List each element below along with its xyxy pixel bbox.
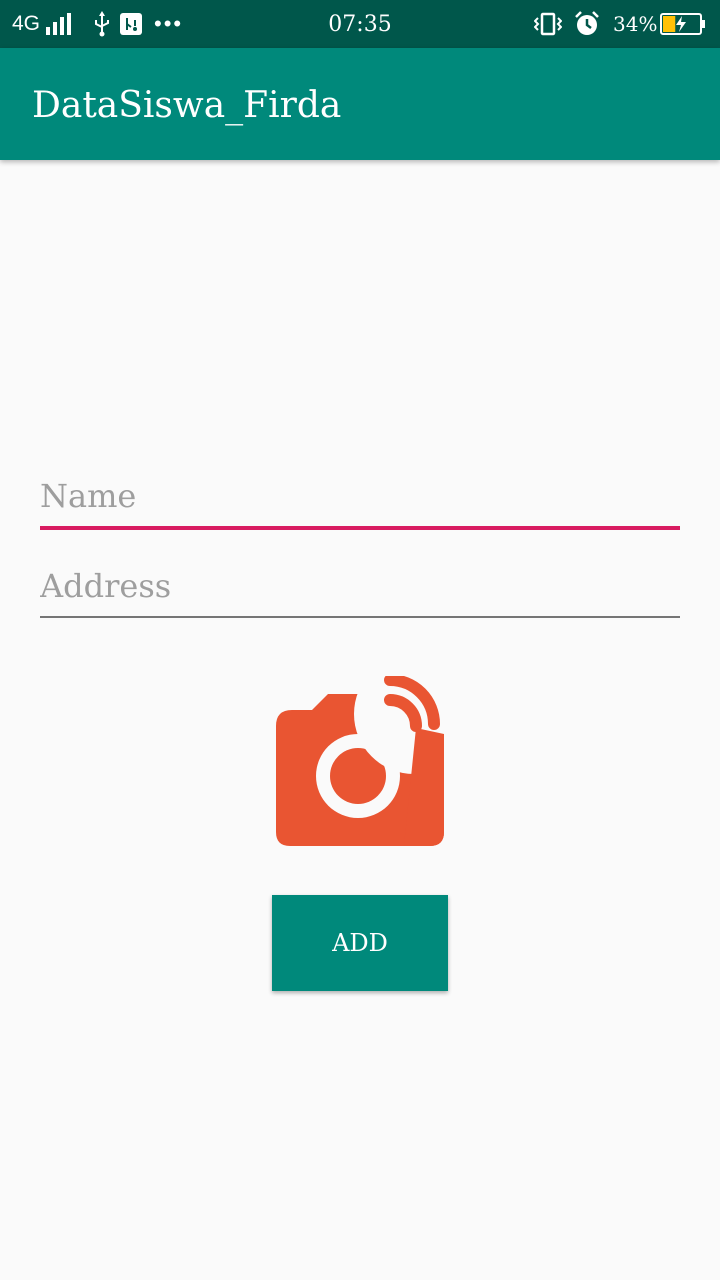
status-bar: 4G ••• 07:35 34% — [0, 0, 720, 48]
name-field — [40, 466, 680, 530]
name-input[interactable] — [40, 466, 680, 526]
app-bar: DataSiswa_Firda — [0, 48, 720, 160]
address-field — [40, 556, 680, 618]
address-input[interactable] — [40, 556, 680, 616]
camera-icon — [276, 654, 474, 846]
app-title: DataSiswa_Firda — [32, 85, 342, 126]
add-button[interactable]: ADD — [272, 895, 448, 991]
address-underline — [40, 616, 680, 618]
clock: 07:35 — [328, 11, 392, 37]
battery-percent: 34% — [613, 12, 658, 36]
name-underline — [40, 526, 680, 530]
camera-button[interactable] — [274, 654, 474, 848]
alarm-icon — [574, 0, 600, 48]
vibrate-icon — [534, 0, 562, 48]
battery-icon — [660, 0, 706, 48]
